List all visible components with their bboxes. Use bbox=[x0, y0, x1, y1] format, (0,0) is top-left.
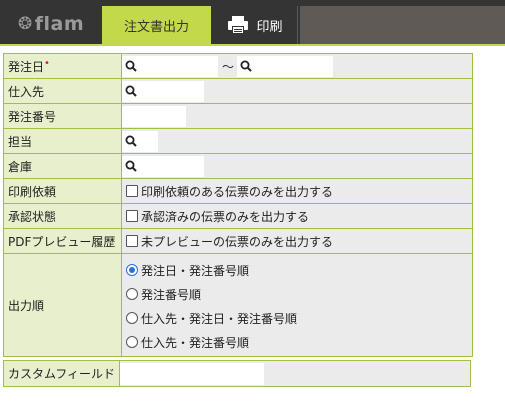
output-order-radio[interactable] bbox=[126, 336, 138, 348]
output-order-option[interactable]: 仕入先・発注番号順 bbox=[126, 330, 472, 354]
warehouse-label: 倉庫 bbox=[8, 159, 33, 174]
tab-order-output[interactable]: 注文書出力 bbox=[102, 6, 211, 44]
order-date-to-input[interactable] bbox=[237, 55, 334, 77]
search-form: 発注日• 〜 仕入先 発注番号 担当 倉庫 印刷依頼 印刷依頼のある伝票のみを出… bbox=[3, 53, 473, 357]
required-mark: • bbox=[44, 57, 50, 69]
order-date-label-cell: 発注日• bbox=[3, 53, 122, 79]
warehouse-input[interactable] bbox=[122, 155, 204, 177]
staff-label-cell: 担当 bbox=[3, 128, 122, 154]
approval-label-cell: 承認状態 bbox=[3, 203, 122, 229]
custom-field-label: カスタムフィールド bbox=[8, 367, 116, 381]
output-order-option-label[interactable]: 発注日・発注番号順 bbox=[141, 262, 249, 279]
order-number-input[interactable] bbox=[122, 105, 186, 127]
output-order-label-cell: 出力順 bbox=[3, 253, 122, 357]
custom-field-input[interactable] bbox=[120, 362, 264, 385]
supplier-input[interactable] bbox=[122, 80, 204, 102]
staff-label: 担当 bbox=[8, 134, 33, 149]
warehouse-value-cell bbox=[121, 153, 473, 179]
range-separator: 〜 bbox=[222, 59, 235, 74]
custom-field-form: カスタムフィールド bbox=[3, 360, 471, 387]
output-order-value-cell: 発注日・発注番号順 発注番号順 仕入先・発注日・発注番号順 仕入先・発注番号順 bbox=[121, 253, 473, 357]
row-custom-field: カスタムフィールド bbox=[3, 360, 471, 387]
pdf-preview-label: PDFプレビュー履歴 bbox=[8, 234, 116, 249]
approval-checkbox[interactable] bbox=[126, 210, 138, 222]
order-number-value-cell bbox=[121, 103, 473, 129]
approval-checkbox-row[interactable]: 承認済みの伝票のみを出力する bbox=[122, 205, 472, 228]
print-request-label-cell: 印刷依頼 bbox=[3, 178, 122, 204]
search-icon bbox=[125, 60, 137, 72]
output-order-radio[interactable] bbox=[126, 312, 138, 324]
top-bar: ❂ flam 注文書出力 印刷 bbox=[0, 0, 505, 44]
supplier-value-cell bbox=[121, 78, 473, 104]
flam-logo[interactable]: ❂ flam bbox=[18, 12, 84, 36]
row-order-number: 発注番号 bbox=[3, 103, 473, 129]
row-output-order: 出力順 発注日・発注番号順 発注番号順 仕入先・発注日・発注番号順 仕入先・発注… bbox=[3, 253, 473, 357]
tab-print[interactable]: 印刷 bbox=[214, 6, 298, 44]
order-date-from-input[interactable] bbox=[122, 55, 218, 77]
pdf-preview-option-label[interactable]: 未プレビューの伝票のみを出力する bbox=[141, 233, 333, 250]
supplier-label-cell: 仕入先 bbox=[3, 78, 122, 104]
tab-order-output-label: 注文書出力 bbox=[123, 19, 189, 35]
order-date-label: 発注日 bbox=[8, 59, 45, 74]
tab-print-label: 印刷 bbox=[256, 19, 283, 35]
order-number-label: 発注番号 bbox=[8, 109, 57, 124]
output-order-option-label[interactable]: 発注番号順 bbox=[141, 286, 201, 303]
order-date-value-cell: 〜 bbox=[121, 53, 473, 79]
pdf-preview-value-cell: 未プレビューの伝票のみを出力する bbox=[121, 228, 473, 254]
row-supplier: 仕入先 bbox=[3, 78, 473, 104]
print-request-checkbox[interactable] bbox=[126, 185, 138, 197]
pdf-preview-label-cell: PDFプレビュー履歴 bbox=[3, 228, 122, 254]
row-print-request: 印刷依頼 印刷依頼のある伝票のみを出力する bbox=[3, 178, 473, 204]
print-request-label: 印刷依頼 bbox=[8, 184, 57, 199]
row-order-date: 発注日• 〜 bbox=[3, 53, 473, 79]
staff-value-cell bbox=[121, 128, 473, 154]
search-icon bbox=[125, 135, 137, 147]
row-warehouse: 倉庫 bbox=[3, 153, 473, 179]
approval-option-label[interactable]: 承認済みの伝票のみを出力する bbox=[141, 208, 309, 225]
output-order-option-label[interactable]: 仕入先・発注日・発注番号順 bbox=[141, 310, 297, 327]
custom-field-label-cell: カスタムフィールド bbox=[3, 360, 120, 387]
pdf-preview-checkbox-row[interactable]: 未プレビューの伝票のみを出力する bbox=[122, 230, 472, 253]
search-icon bbox=[125, 85, 137, 97]
row-pdf-preview: PDFプレビュー履歴 未プレビューの伝票のみを出力する bbox=[3, 228, 473, 254]
output-order-option[interactable]: 発注日・発注番号順 bbox=[126, 258, 472, 282]
search-icon bbox=[240, 60, 252, 72]
output-order-option[interactable]: 仕入先・発注日・発注番号順 bbox=[126, 306, 472, 330]
output-order-label: 出力順 bbox=[8, 298, 45, 313]
output-order-option-label[interactable]: 仕入先・発注番号順 bbox=[141, 334, 249, 351]
print-request-option-label[interactable]: 印刷依頼のある伝票のみを出力する bbox=[141, 183, 333, 200]
output-order-radio[interactable] bbox=[126, 288, 138, 300]
row-approval: 承認状態 承認済みの伝票のみを出力する bbox=[3, 203, 473, 229]
search-icon bbox=[125, 160, 137, 172]
print-request-checkbox-row[interactable]: 印刷依頼のある伝票のみを出力する bbox=[122, 180, 472, 203]
output-order-option[interactable]: 発注番号順 bbox=[126, 282, 472, 306]
printer-icon bbox=[228, 16, 249, 34]
row-staff: 担当 bbox=[3, 128, 473, 154]
output-order-radio-selected[interactable] bbox=[126, 264, 138, 276]
custom-field-value-cell bbox=[119, 360, 471, 387]
supplier-label: 仕入先 bbox=[8, 84, 45, 99]
warehouse-label-cell: 倉庫 bbox=[3, 153, 122, 179]
output-order-radio-group: 発注日・発注番号順 発注番号順 仕入先・発注日・発注番号順 仕入先・発注番号順 bbox=[122, 254, 472, 356]
pdf-preview-checkbox[interactable] bbox=[126, 235, 138, 247]
approval-label: 承認状態 bbox=[8, 209, 57, 224]
print-request-value-cell: 印刷依頼のある伝票のみを出力する bbox=[121, 178, 473, 204]
approval-value-cell: 承認済みの伝票のみを出力する bbox=[121, 203, 473, 229]
logo-text: flam bbox=[34, 13, 85, 35]
staff-input[interactable] bbox=[122, 130, 158, 152]
topbar-accent-line bbox=[0, 44, 505, 46]
logo-mark-icon: ❂ bbox=[18, 14, 33, 34]
topbar-empty-area bbox=[300, 6, 505, 44]
order-number-label-cell: 発注番号 bbox=[3, 103, 122, 129]
